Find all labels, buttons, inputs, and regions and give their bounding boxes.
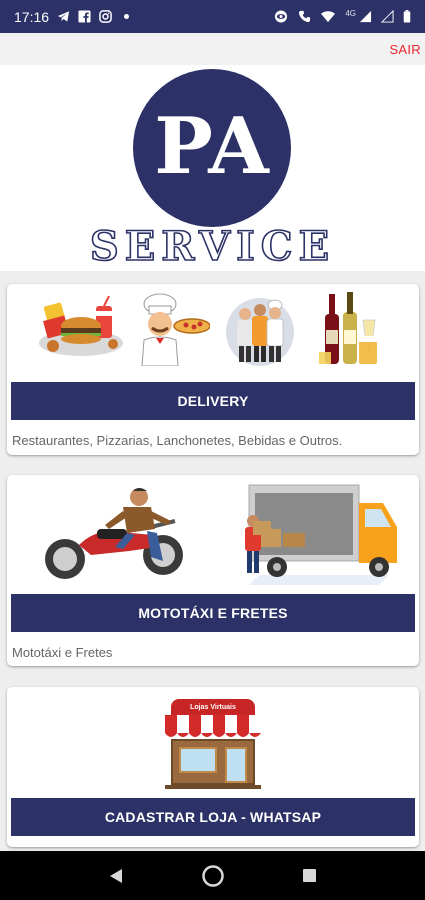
delivery-truck-image (245, 484, 397, 585)
register-store-card[interactable]: Lojas Virtuais CADASTRAR LOJA - WHATSAP (7, 687, 419, 847)
store-image: Lojas Virtuais (165, 699, 261, 789)
signal-icon (359, 10, 372, 23)
mototaxi-card[interactable]: MOTOTÁXI E FRETES Mototáxi e Fretes (7, 475, 419, 666)
instagram-icon (99, 10, 112, 23)
call-signal-icon (299, 10, 311, 23)
status-bar: 17:16 4G (0, 0, 425, 33)
delivery-description: Restaurantes, Pizzarias, Lanchonetes, Be… (12, 433, 343, 448)
app-bar: SAIR (0, 33, 425, 65)
logout-button[interactable]: SAIR (389, 42, 421, 57)
logo-circle: PA (133, 69, 291, 227)
telegram-icon (57, 11, 70, 22)
store-sign: Lojas Virtuais (190, 703, 236, 711)
register-store-button[interactable]: CADASTRAR LOJA - WHATSAP (11, 798, 415, 836)
battery-icon (403, 10, 411, 23)
back-icon[interactable] (108, 868, 124, 884)
home-icon[interactable] (201, 864, 225, 888)
motorcycle-image (45, 488, 183, 579)
network-type: 4G (345, 9, 356, 18)
delivery-card[interactable]: DELIVERY Restaurantes, Pizzarias, Lancho… (7, 284, 419, 455)
chef-pizza-image (141, 293, 210, 366)
android-nav-bar (0, 851, 425, 900)
drinks-image (319, 292, 377, 364)
facebook-icon (78, 10, 91, 23)
logo-area: PA SERVICE (0, 65, 425, 271)
wifi-icon (321, 11, 336, 23)
logo-wordmark: SERVICE (89, 222, 336, 271)
delivery-button[interactable]: DELIVERY (11, 382, 415, 420)
mototaxi-description: Mototáxi e Fretes (12, 645, 113, 660)
mototaxi-button[interactable]: MOTOTÁXI E FRETES (11, 594, 415, 632)
eye-icon (275, 10, 288, 23)
notification-dot-icon (124, 14, 130, 19)
signal-icon-2 (381, 10, 394, 23)
fast-food-image (39, 296, 123, 356)
recents-icon[interactable] (302, 868, 317, 883)
logo-initials: PA (154, 100, 270, 192)
store-awning (165, 715, 261, 737)
status-time: 17:16 (14, 8, 50, 25)
restaurant-staff-image (226, 298, 294, 366)
